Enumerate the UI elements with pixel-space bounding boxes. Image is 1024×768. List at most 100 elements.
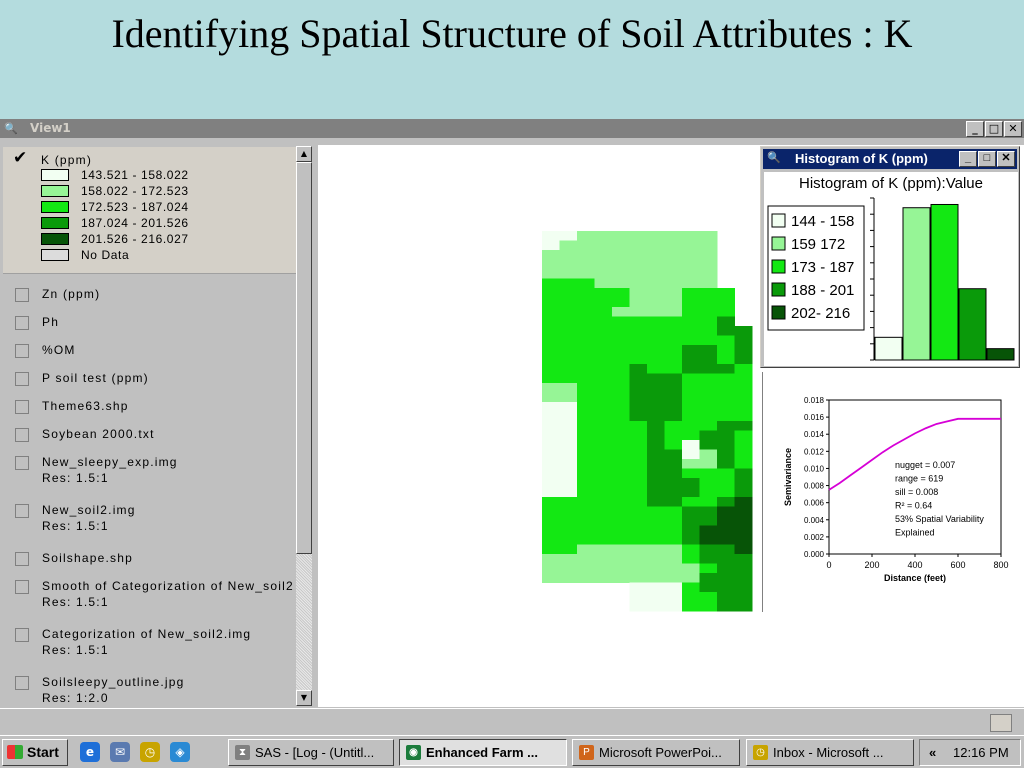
- map-cell: [612, 392, 630, 403]
- theme-visibility-checkbox[interactable]: [15, 552, 29, 566]
- map-cell: [717, 563, 735, 574]
- minimize-button[interactable]: _: [966, 121, 984, 137]
- theme-item[interactable]: New_soil2.img Res: 1.5:1: [3, 501, 296, 537]
- y-tick-label: 0.008: [804, 482, 825, 491]
- ie-quicklaunch-icon[interactable]: e: [80, 742, 100, 762]
- theme-visibility-checkbox[interactable]: [15, 400, 29, 414]
- map-cell: [594, 544, 613, 555]
- scroll-down-arrow-icon[interactable]: ▼: [296, 690, 312, 706]
- theme-visibility-checkbox[interactable]: [15, 288, 29, 302]
- start-button[interactable]: Start: [2, 739, 68, 766]
- taskbar-button[interactable]: ◷ Inbox - Microsoft ...: [746, 739, 914, 766]
- theme-item[interactable]: Categorization of New_soil2.img Res: 1.5:…: [3, 625, 296, 661]
- map-cell: [542, 506, 560, 517]
- map-cell: [682, 269, 700, 279]
- map-cell: [699, 402, 718, 412]
- map-cell: [682, 335, 700, 346]
- active-theme-k-ppm[interactable]: ✔ K (ppm) 143.521 - 158.022 158.022 - 172…: [3, 147, 296, 274]
- theme-visibility-checkbox[interactable]: [15, 676, 29, 690]
- theme-item[interactable]: Ph: [3, 313, 296, 335]
- hist-maximize-button[interactable]: □: [978, 151, 996, 167]
- map-cell: [699, 430, 718, 441]
- map-cell: [734, 544, 753, 555]
- toc-scrollbar[interactable]: ▲ ▼: [296, 146, 312, 706]
- theme-item[interactable]: Soilshape.shp: [3, 549, 296, 571]
- theme-item[interactable]: %OM: [3, 341, 296, 363]
- histogram-bar: [986, 348, 1015, 361]
- theme-resolution: Res: 1.5:1: [42, 471, 109, 485]
- visible-check-icon[interactable]: ✔: [13, 150, 27, 167]
- map-cell: [682, 326, 700, 336]
- map-cell: [682, 601, 700, 612]
- map-cell: [542, 288, 560, 298]
- taskbar: Start e ✉ ◷ ◈ ⧗ SAS - [Log - (Untitl... ◉ E…: [0, 735, 1024, 768]
- map-cell: [664, 288, 683, 298]
- outlook-quicklaunch-icon[interactable]: ◷: [140, 742, 160, 762]
- taskbar-button[interactable]: ◉ Enhanced Farm ...: [399, 739, 567, 766]
- map-cell: [577, 240, 595, 251]
- tray-expand-icon[interactable]: «: [929, 740, 936, 765]
- theme-visibility-checkbox[interactable]: [15, 628, 29, 642]
- map-cell: [664, 240, 683, 251]
- theme-visibility-checkbox[interactable]: [15, 344, 29, 358]
- map-cell: [717, 392, 735, 403]
- theme-visibility-checkbox[interactable]: [15, 504, 29, 518]
- hist-close-button[interactable]: ✕: [997, 151, 1015, 167]
- map-cell: [612, 459, 630, 469]
- map-cell: [647, 554, 665, 564]
- theme-name: Ph: [42, 315, 60, 329]
- layout-grid-icon[interactable]: [990, 714, 1012, 732]
- histogram-titlebar[interactable]: 🔍 Histogram of K (ppm) _ □ ✕: [763, 149, 1017, 169]
- map-cell: [559, 373, 578, 384]
- maximize-button[interactable]: □: [985, 121, 1003, 137]
- map-cell: [612, 364, 630, 374]
- theme-item[interactable]: Soilsleepy_outline.jpg Res: 1:2.0: [3, 673, 296, 707]
- map-cell: [682, 468, 700, 479]
- close-button[interactable]: ✕: [1004, 121, 1022, 137]
- model-annotation: nugget = 0.007: [895, 460, 955, 470]
- map-cell: [699, 573, 718, 583]
- map-cell: [734, 516, 753, 526]
- scroll-thumb[interactable]: [296, 162, 312, 554]
- theme-item[interactable]: Zn (ppm): [3, 285, 296, 307]
- map-cell: [559, 383, 578, 393]
- map-cell: [647, 354, 665, 365]
- scroll-up-arrow-icon[interactable]: ▲: [296, 146, 312, 162]
- theme-item[interactable]: Soybean 2000.txt: [3, 425, 296, 447]
- map-cell: [559, 392, 578, 403]
- theme-visibility-checkbox[interactable]: [15, 372, 29, 386]
- view-titlebar[interactable]: 🔍 View1 _ □ ✕: [0, 119, 1024, 138]
- theme-visibility-checkbox[interactable]: [15, 456, 29, 470]
- map-cell: [559, 231, 578, 241]
- outlook-express-quicklaunch-icon[interactable]: ✉: [110, 742, 130, 762]
- map-cell: [717, 535, 735, 545]
- taskbar-button[interactable]: ⧗ SAS - [Log - (Untitl...: [228, 739, 394, 766]
- legend-label: 201.526 - 216.027: [81, 232, 189, 246]
- theme-item[interactable]: New_sleepy_exp.img Res: 1.5:1: [3, 453, 296, 489]
- map-cell: [664, 402, 683, 412]
- map-cell: [682, 563, 700, 574]
- theme-item[interactable]: P soil test (ppm): [3, 369, 296, 391]
- taskbar-button[interactable]: P Microsoft PowerPoi...: [572, 739, 740, 766]
- map-cell: [664, 250, 683, 260]
- hist-minimize-button[interactable]: _: [959, 151, 977, 167]
- theme-visibility-checkbox[interactable]: [15, 428, 29, 442]
- clock[interactable]: 12:16 PM: [953, 740, 1009, 765]
- x-tick-label: 800: [993, 560, 1008, 570]
- theme-visibility-checkbox[interactable]: [15, 580, 29, 594]
- map-cell: [542, 402, 560, 412]
- map-cell: [559, 316, 578, 327]
- x-tick-label: 200: [864, 560, 879, 570]
- map-cell: [542, 535, 560, 545]
- desktop-quicklaunch-icon[interactable]: ◈: [170, 742, 190, 762]
- theme-item[interactable]: Smooth of Categorization of New_soil2 Res…: [3, 577, 296, 613]
- map-cell: [559, 563, 578, 574]
- table-of-contents: ✔ K (ppm) 143.521 - 158.022 158.022 - 172…: [3, 147, 312, 707]
- map-cell: [664, 364, 683, 374]
- map-cell: [682, 373, 700, 384]
- theme-item[interactable]: Theme63.shp: [3, 397, 296, 419]
- map-cell: [664, 259, 683, 270]
- map-cell: [664, 411, 683, 422]
- map-cell: [717, 364, 735, 374]
- theme-visibility-checkbox[interactable]: [15, 316, 29, 330]
